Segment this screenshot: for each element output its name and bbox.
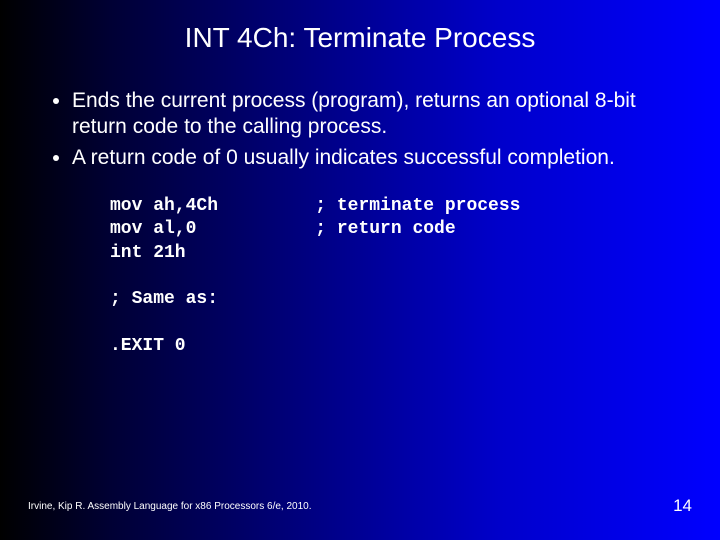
bullet-list: Ends the current process (program), retu… [50, 88, 670, 171]
slide-content: Ends the current process (program), retu… [0, 88, 720, 358]
footer-citation: Irvine, Kip R. Assembly Language for x86… [28, 501, 312, 512]
code-block: mov ah,4Ch ; terminate process mov al,0 … [110, 195, 670, 359]
slide: INT 4Ch: Terminate Process Ends the curr… [0, 0, 720, 540]
bullet-item: A return code of 0 usually indicates suc… [72, 145, 670, 171]
page-number: 14 [673, 496, 692, 516]
bullet-item: Ends the current process (program), retu… [72, 88, 670, 141]
slide-title: INT 4Ch: Terminate Process [0, 0, 720, 54]
